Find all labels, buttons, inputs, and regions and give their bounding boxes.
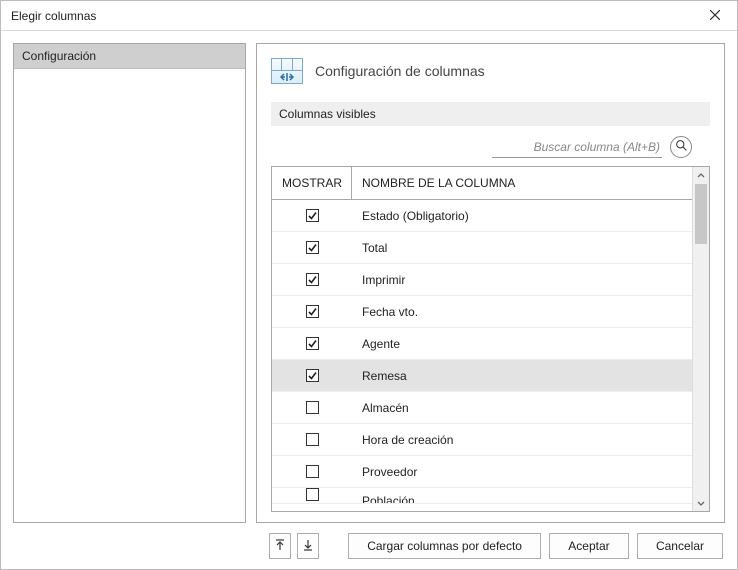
accept-label: Aceptar [568, 539, 609, 553]
search-icon [675, 139, 688, 155]
move-down-button[interactable] [297, 533, 319, 559]
cell-name: Remesa [352, 369, 692, 383]
move-up-button[interactable] [269, 533, 291, 559]
cell-name: Imprimir [352, 273, 692, 287]
search-row [271, 136, 710, 158]
table-row[interactable]: Estado (Obligatorio) [272, 200, 692, 232]
header-name[interactable]: NOMBRE DE LA COLUMNA [352, 167, 692, 199]
sidebar: Configuración [13, 43, 246, 523]
columns-config-icon [271, 58, 303, 84]
cell-name: Fecha vto. [352, 305, 692, 319]
dialog-footer: Cargar columnas por defecto Aceptar Canc… [1, 523, 737, 569]
dialog-window: Elegir columnas Configuración [0, 0, 738, 570]
load-defaults-label: Cargar columnas por defecto [367, 539, 522, 553]
cell-show [272, 433, 352, 446]
main-panel: Configuración de columnas Columnas visib… [256, 43, 725, 523]
arrow-down-to-bottom-icon [303, 539, 313, 554]
show-checkbox[interactable] [306, 465, 319, 478]
cell-show [272, 488, 352, 501]
sidebar-item-label: Configuración [22, 49, 96, 63]
table-row[interactable]: Fecha vto. [272, 296, 692, 328]
search-input[interactable] [492, 137, 662, 158]
table-header: MOSTRAR NOMBRE DE LA COLUMNA [272, 167, 692, 200]
section-visible-columns: Columnas visibles [271, 102, 710, 126]
table-row[interactable]: Total [272, 232, 692, 264]
cell-name: Hora de creación [352, 433, 692, 447]
cell-show [272, 305, 352, 318]
chevron-up-icon [697, 169, 705, 183]
cancel-label: Cancelar [656, 539, 704, 553]
show-checkbox[interactable] [306, 337, 319, 350]
scroll-track[interactable] [693, 184, 709, 494]
cell-name: Agente [352, 337, 692, 351]
cell-name: Población [352, 488, 692, 504]
cell-show [272, 241, 352, 254]
titlebar: Elegir columnas [1, 1, 737, 31]
show-checkbox[interactable] [306, 401, 319, 414]
dialog-body: Configuración [1, 31, 737, 523]
load-defaults-button[interactable]: Cargar columnas por defecto [348, 533, 541, 559]
table-row[interactable]: Hora de creación [272, 424, 692, 456]
cancel-button[interactable]: Cancelar [637, 533, 723, 559]
window-title: Elegir columnas [11, 9, 96, 23]
show-checkbox[interactable] [306, 488, 319, 501]
scroll-up-button[interactable] [693, 167, 709, 184]
cell-name: Total [352, 241, 692, 255]
arrow-up-to-top-icon [275, 539, 285, 554]
table-body: Estado (Obligatorio) Total Imprimir Fecha v… [272, 200, 692, 511]
show-checkbox[interactable] [306, 305, 319, 318]
columns-table: MOSTRAR NOMBRE DE LA COLUMNA Estado (Obl… [271, 166, 710, 512]
search-button[interactable] [670, 136, 692, 158]
cell-name: Almacén [352, 401, 692, 415]
show-checkbox[interactable] [306, 273, 319, 286]
show-checkbox[interactable] [306, 433, 319, 446]
cell-show [272, 209, 352, 222]
scroll-down-button[interactable] [693, 494, 709, 511]
table-row[interactable]: Almacén [272, 392, 692, 424]
cell-show [272, 401, 352, 414]
accept-button[interactable]: Aceptar [549, 533, 629, 559]
panel-header: Configuración de columnas [271, 58, 710, 84]
close-button[interactable] [692, 1, 737, 30]
cell-name: Proveedor [352, 465, 692, 479]
table-row[interactable]: Imprimir [272, 264, 692, 296]
table-row[interactable]: Remesa [272, 360, 692, 392]
table-row[interactable]: Agente [272, 328, 692, 360]
cell-show [272, 369, 352, 382]
table-row[interactable]: Proveedor [272, 456, 692, 488]
close-icon [710, 9, 720, 23]
cell-show [272, 465, 352, 478]
panel-title: Configuración de columnas [315, 63, 485, 79]
show-checkbox[interactable] [306, 241, 319, 254]
show-checkbox[interactable] [306, 209, 319, 222]
scroll-thumb[interactable] [695, 184, 707, 244]
sidebar-item-config[interactable]: Configuración [14, 44, 245, 69]
chevron-down-icon [697, 496, 705, 510]
cell-name: Estado (Obligatorio) [352, 209, 692, 223]
cell-show [272, 273, 352, 286]
header-show[interactable]: MOSTRAR [272, 167, 352, 199]
table-scroll: MOSTRAR NOMBRE DE LA COLUMNA Estado (Obl… [272, 167, 692, 511]
table-row[interactable]: Población [272, 488, 692, 504]
scrollbar-vertical[interactable] [692, 167, 709, 511]
cell-show [272, 337, 352, 350]
show-checkbox[interactable] [306, 369, 319, 382]
